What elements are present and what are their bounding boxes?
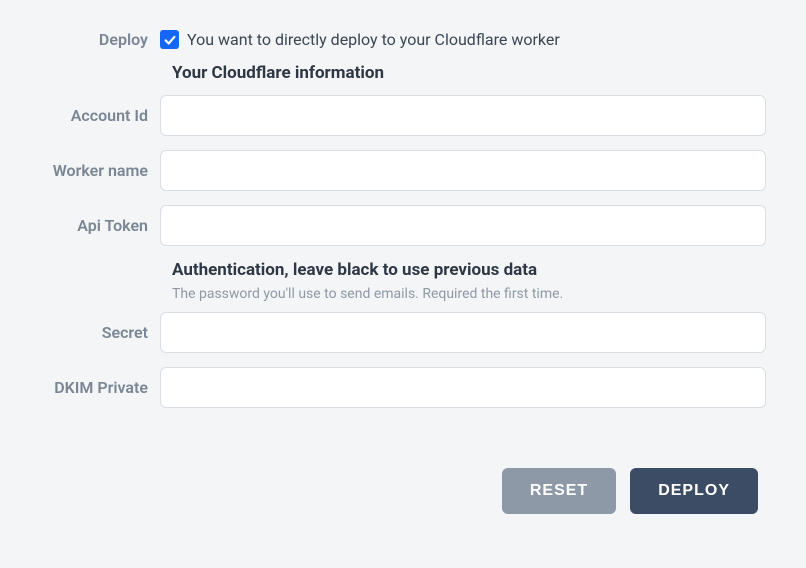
reset-button[interactable]: RESET — [502, 468, 616, 514]
deploy-checkbox-wrap[interactable]: You want to directly deploy to your Clou… — [160, 30, 560, 49]
deploy-checkbox[interactable] — [160, 30, 179, 49]
dkim-private-row: DKIM Private — [40, 367, 766, 408]
button-row: RESET DEPLOY — [40, 468, 766, 514]
worker-name-row: Worker name — [40, 150, 766, 191]
deploy-label: Deploy — [40, 30, 160, 49]
auth-section-title: Authentication, leave black to use previ… — [172, 260, 766, 280]
secret-input[interactable] — [160, 312, 766, 353]
account-id-input[interactable] — [160, 95, 766, 136]
worker-name-label: Worker name — [40, 161, 160, 180]
deploy-button[interactable]: DEPLOY — [630, 468, 758, 514]
check-icon — [163, 33, 177, 47]
deploy-row: Deploy You want to directly deploy to yo… — [40, 30, 766, 49]
cloudflare-section-title: Your Cloudflare information — [172, 63, 766, 83]
dkim-private-label: DKIM Private — [40, 378, 160, 397]
secret-row: Secret — [40, 312, 766, 353]
deploy-checkbox-label: You want to directly deploy to your Clou… — [187, 30, 560, 49]
api-token-input[interactable] — [160, 205, 766, 246]
secret-label: Secret — [40, 323, 160, 342]
dkim-private-input[interactable] — [160, 367, 766, 408]
account-id-label: Account Id — [40, 106, 160, 125]
account-id-row: Account Id — [40, 95, 766, 136]
api-token-row: Api Token — [40, 205, 766, 246]
api-token-label: Api Token — [40, 216, 160, 235]
auth-section-subtitle: The password you'll use to send emails. … — [172, 286, 766, 302]
worker-name-input[interactable] — [160, 150, 766, 191]
